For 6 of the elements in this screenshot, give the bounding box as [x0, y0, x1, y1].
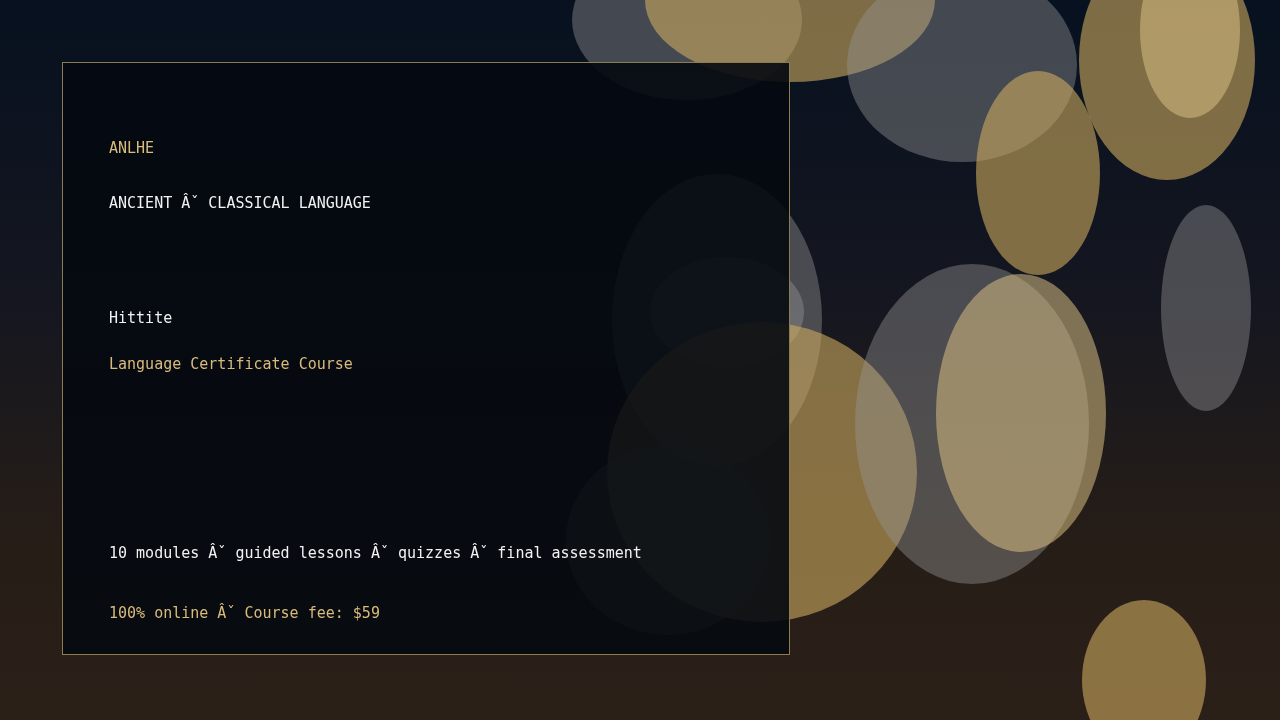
course-features: 10 modules Âˇ guided lessons Âˇ quizzes Âˇ final assessment — [109, 543, 642, 563]
category-label: ANCIENT Âˇ CLASSICAL LANGUAGE — [109, 193, 371, 213]
brand-name: ANLHE — [109, 138, 155, 158]
course-type: Language Certificate Course — [109, 354, 353, 374]
language-title: Hittite — [109, 308, 173, 328]
course-pricing: 100% online Âˇ Course fee: $59 — [109, 603, 380, 623]
